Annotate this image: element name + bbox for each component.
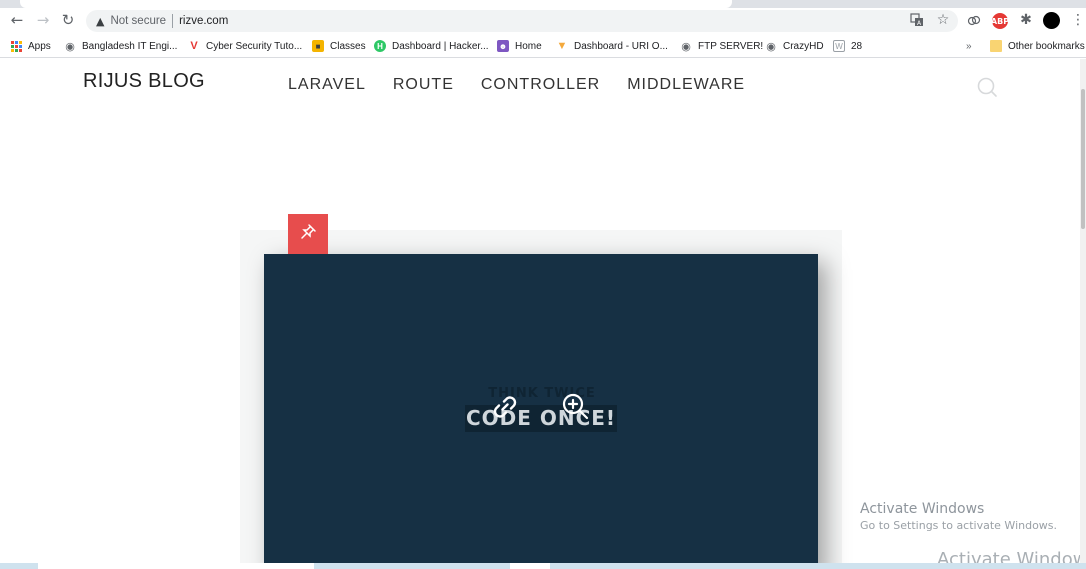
nav-controller[interactable]: CONTROLLER (481, 76, 600, 94)
profile-avatar-icon[interactable] (1043, 12, 1060, 29)
bookmark-label: Cyber Security Tuto... (206, 40, 303, 52)
bookmark-label: Bangladesh IT Engi... (82, 40, 178, 52)
bookmark-label: CrazyHD (783, 40, 824, 52)
pin-icon (298, 222, 318, 246)
translate-icon[interactable]: A (909, 12, 925, 28)
sticky-post-badge[interactable] (288, 214, 328, 254)
watermark-title: Activate Windows (860, 501, 985, 517)
globe-icon: ◉ (766, 40, 776, 53)
classes-icon: ■ (312, 40, 324, 52)
main-nav: LARAVEL ROUTE CONTROLLER MIDDLEWARE (288, 76, 772, 94)
globe-icon: ◉ (681, 40, 691, 53)
bookmark-ftp-server[interactable]: ◉ FTP SERVER! (680, 39, 763, 53)
nav-route[interactable]: ROUTE (393, 76, 454, 94)
bookmark-label: Classes (330, 40, 366, 52)
other-bookmarks[interactable]: Other bookmarks (990, 39, 1085, 53)
bookmark-label: Other bookmarks (1008, 40, 1085, 52)
extension-cloud-icon[interactable] (966, 12, 982, 28)
active-tab[interactable] (20, 0, 732, 8)
bookmark-apps[interactable]: Apps (10, 39, 51, 53)
bookmark-label: Dashboard - URI O... (574, 40, 668, 52)
bookmarks-bar: Apps ◉ Bangladesh IT Engi... V Cyber Sec… (0, 34, 1086, 58)
address-bar[interactable]: ▲ Not secure rizve.com (86, 10, 958, 32)
scrollbar-thumb[interactable] (1081, 89, 1085, 229)
bookmark-home[interactable]: ☻ Home (497, 39, 542, 53)
bookmark-crazyhd[interactable]: ◉ CrazyHD (765, 39, 824, 53)
bookmark-hackerrank[interactable]: H Dashboard | Hacker... (374, 39, 489, 53)
bookmark-uri[interactable]: ▼ Dashboard - URI O... (556, 39, 668, 53)
watermark-subtitle: Go to Settings to activate Windows. (860, 519, 1058, 532)
back-arrow-icon[interactable]: ← (8, 11, 26, 29)
bookmark-bangladesh-it[interactable]: ◉ Bangladesh IT Engi... (64, 39, 177, 53)
uri-icon: ▼ (556, 40, 568, 52)
home-avatar-icon: ☻ (497, 40, 509, 52)
bookmark-cyber-security[interactable]: V Cyber Security Tuto... (188, 39, 302, 53)
page-scrollbar[interactable] (1080, 59, 1086, 569)
bookmarks-overflow-button[interactable]: » (966, 39, 972, 53)
bookmark-label: FTP SERVER! (698, 40, 764, 52)
site-title[interactable]: RIJUS BLOG (83, 70, 205, 93)
browser-toolbar: ← → ↻ ▲ Not secure rizve.com A ☆ ABP ✱ ⋮ (0, 8, 1086, 34)
warning-triangle-icon: ▲ (96, 14, 105, 28)
address-separator (172, 14, 174, 28)
bookmark-classes[interactable]: ■ Classes (312, 39, 366, 53)
url-text[interactable]: rizve.com (179, 15, 228, 27)
tab-strip (0, 0, 1086, 8)
logo-big-text: CODE ONCE! (465, 405, 617, 432)
post-featured-image[interactable]: THINK TWICE CODE ONCE! (264, 254, 818, 569)
taskbar-segment (510, 563, 550, 569)
think-twice-logo: THINK TWICE CODE ONCE! (465, 384, 617, 434)
hackerrank-icon: H (374, 40, 386, 52)
adblock-icon[interactable]: ABP (991, 13, 1009, 29)
zoom-in-icon[interactable] (560, 391, 592, 423)
bookmark-label: Apps (28, 40, 51, 52)
star-bookmark-icon[interactable]: ☆ (935, 12, 951, 28)
bookmark-label: 28 (851, 40, 863, 52)
puzzle-extensions-icon[interactable]: ✱ (1018, 12, 1034, 28)
taskbar-segment (38, 563, 314, 569)
bookmark-label: Home (515, 40, 542, 52)
taskbar-edge (0, 563, 1086, 569)
w-icon: W (833, 40, 845, 52)
globe-icon: ◉ (65, 40, 75, 53)
forward-arrow-icon[interactable]: → (34, 11, 52, 29)
menu-kebab-icon[interactable]: ⋮ (1070, 12, 1086, 28)
folder-icon (990, 40, 1002, 52)
bookmark-label: Dashboard | Hacker... (392, 40, 489, 52)
v-logo-icon: V (190, 40, 198, 52)
reload-icon[interactable]: ↻ (59, 11, 77, 29)
nav-middleware[interactable]: MIDDLEWARE (627, 76, 745, 94)
link-icon[interactable] (489, 391, 521, 423)
page-content: RIJUS BLOG LARAVEL ROUTE CONTROLLER MIDD… (0, 59, 1086, 569)
windows-activation-watermark: Activate Windows Go to Settings to activ… (860, 501, 1057, 532)
apps-grid-icon (10, 40, 22, 52)
not-secure-label: Not secure (110, 15, 167, 27)
search-icon[interactable] (977, 77, 999, 99)
bookmark-28[interactable]: W 28 (833, 39, 862, 53)
overflow-chevron-icon: » (966, 40, 972, 52)
nav-laravel[interactable]: LARAVEL (288, 76, 366, 94)
